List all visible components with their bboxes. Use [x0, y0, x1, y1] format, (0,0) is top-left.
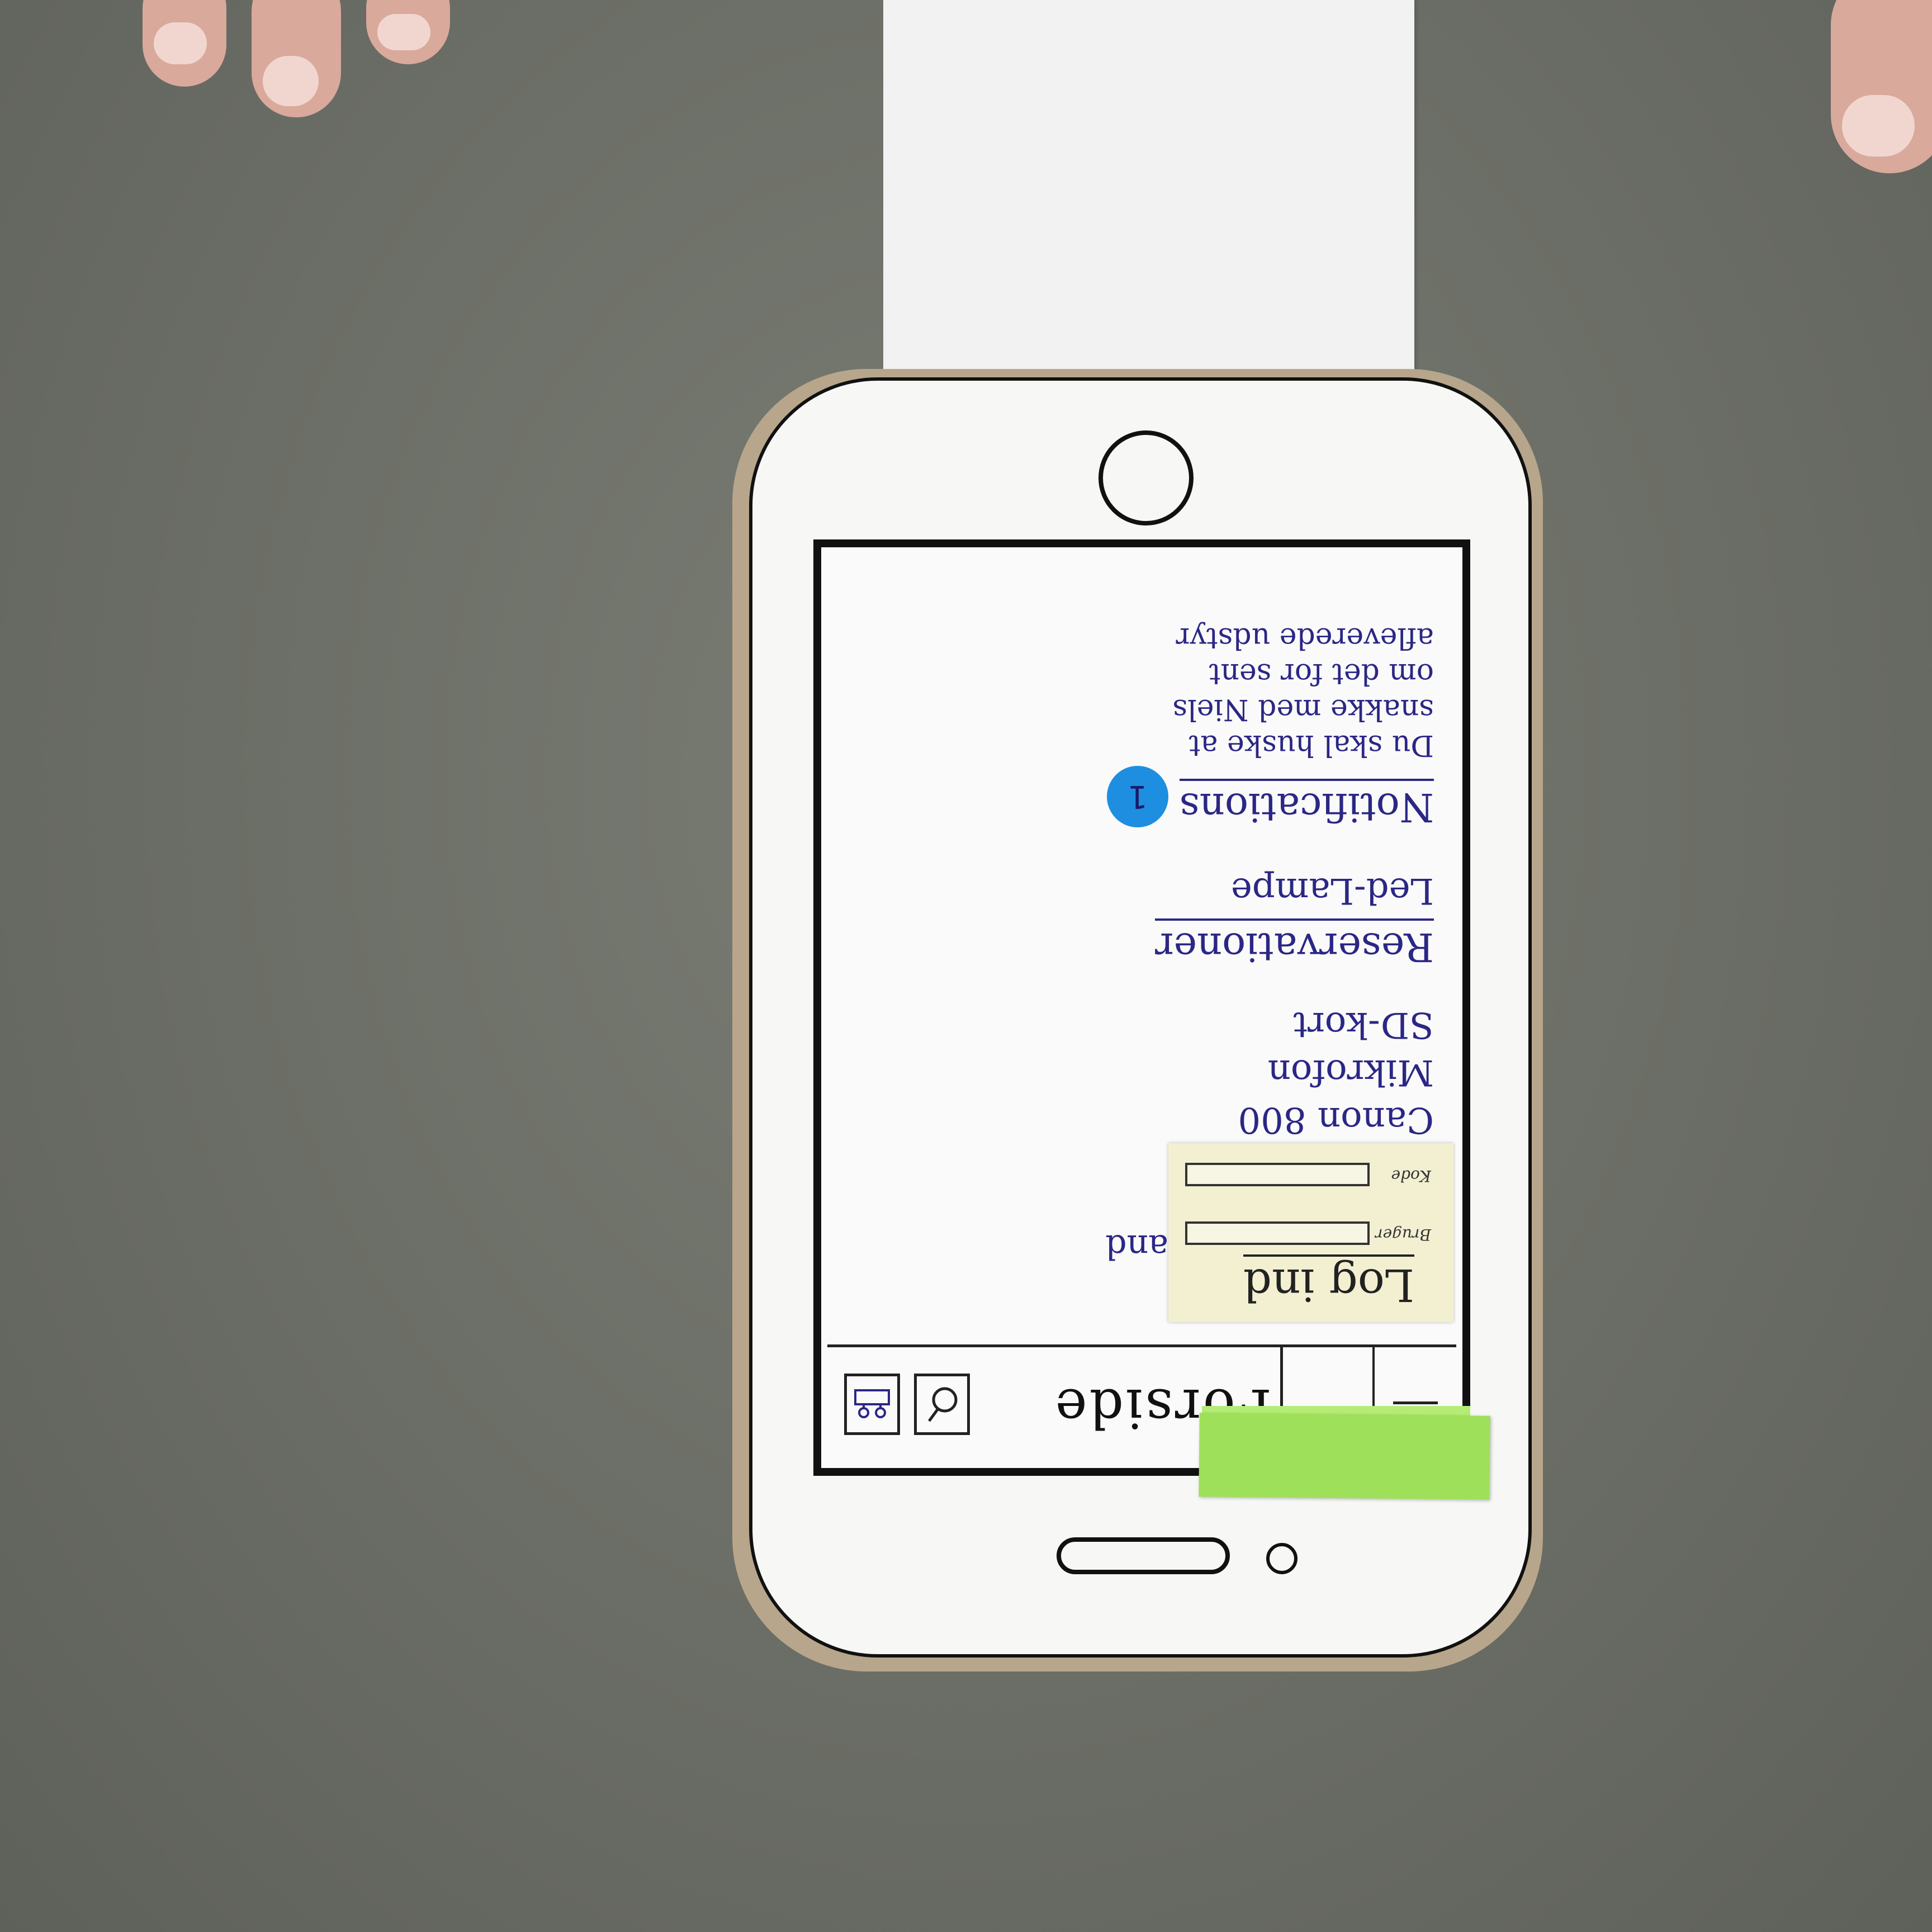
fingernail-left-3 [377, 14, 430, 50]
search-icon [927, 1387, 958, 1422]
notification-message-line: afleverede udstyr [1176, 621, 1434, 655]
partial-text-behind-note: and [1105, 1227, 1168, 1266]
equipment-item[interactable]: Mikrofon [1268, 1052, 1434, 1093]
hamburger-icon [1393, 1401, 1438, 1405]
camera-dot [1266, 1543, 1298, 1574]
user-button[interactable] [844, 1374, 900, 1435]
paper-strip [883, 0, 1414, 391]
home-button[interactable] [1098, 430, 1194, 525]
reservation-item[interactable]: Led-Lampe [1231, 870, 1434, 911]
phone-screen: Forside Log ind Bruger Kode and Canon 80… [827, 553, 1456, 1462]
notification-message-line: Du skal huske at [1188, 728, 1434, 762]
password-field[interactable] [1185, 1163, 1370, 1186]
notification-count-badge: 1 [1107, 766, 1168, 827]
equipment-item[interactable]: SD-kort [1293, 1004, 1434, 1045]
notifications-heading[interactable]: Notifications [1179, 779, 1434, 830]
password-label: Kode [1391, 1167, 1431, 1185]
green-sticky-note [1199, 1413, 1490, 1500]
user-icon [854, 1389, 890, 1418]
login-title: Log ind [1243, 1254, 1414, 1311]
login-sticky-note: Log ind Bruger Kode [1168, 1143, 1453, 1322]
notification-message-line: snakke med Niels [1172, 693, 1434, 726]
speaker-slot [1057, 1537, 1230, 1574]
notification-message-line: om det for sent [1209, 657, 1434, 690]
search-button[interactable] [914, 1374, 970, 1435]
reservations-heading[interactable]: Reservationer [1155, 918, 1434, 970]
fingernail-left-1 [154, 22, 207, 64]
username-label: Bruger [1375, 1225, 1431, 1244]
main-content: Log ind Bruger Kode and Canon 800 Mikrof… [827, 553, 1456, 1322]
fingernail-left-2 [263, 56, 319, 106]
equipment-item[interactable]: Canon 800 [1238, 1099, 1434, 1140]
username-field[interactable] [1185, 1221, 1370, 1245]
fingernail-right [1842, 95, 1915, 157]
